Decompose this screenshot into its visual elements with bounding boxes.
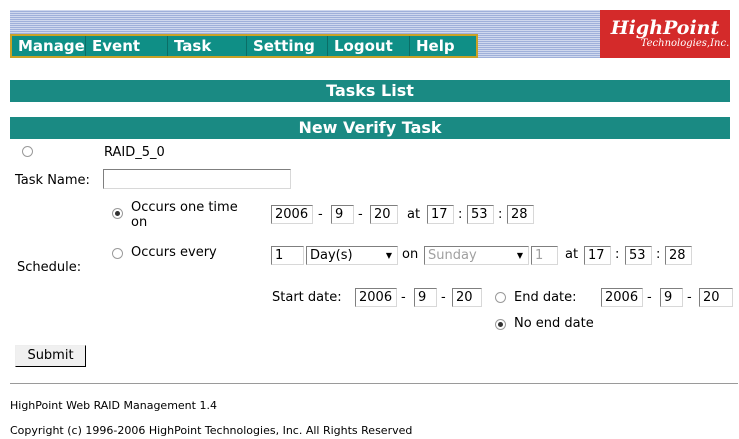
nav-logout[interactable]: Logout: [328, 36, 410, 56]
start-month-input[interactable]: 9: [414, 288, 437, 307]
colon-sep: :: [498, 207, 503, 222]
footer-copyright: Copyright (c) 1996-2006 HighPoint Techno…: [10, 424, 413, 437]
colon-sep: :: [656, 247, 661, 262]
weekday-index-input[interactable]: 1: [531, 246, 558, 265]
dash-sep: -: [441, 290, 446, 305]
end-date-radio[interactable]: [495, 292, 506, 303]
occurs-once-radio[interactable]: [112, 208, 123, 219]
dash-sep: -: [318, 207, 323, 222]
array-name: RAID_5_0: [104, 145, 165, 160]
occurs-every-label: Occurs every: [131, 245, 217, 260]
end-year-input[interactable]: 2006: [601, 288, 643, 307]
end-day-input[interactable]: 20: [699, 288, 733, 307]
occurs-once-label-1: Occurs one time: [131, 200, 238, 215]
colon-sep: :: [615, 247, 620, 262]
tasks-list-title: Tasks List: [10, 80, 730, 102]
once-hour-input[interactable]: 17: [427, 205, 454, 224]
at-label: at: [407, 207, 421, 222]
no-end-date-label: No end date: [514, 316, 594, 331]
start-year-input[interactable]: 2006: [355, 288, 397, 307]
every-hour-input[interactable]: 17: [584, 246, 611, 265]
on-label: on: [402, 247, 419, 262]
nav-event[interactable]: Event: [86, 36, 168, 56]
no-end-date-radio[interactable]: [495, 319, 506, 330]
occurs-every-radio[interactable]: [112, 248, 123, 259]
new-verify-task-title: New Verify Task: [10, 117, 730, 139]
once-day-input[interactable]: 20: [370, 205, 398, 224]
dash-sep: -: [358, 207, 363, 222]
every-unit-value: Day(s): [310, 248, 353, 263]
weekday-select[interactable]: Sunday ▼: [424, 246, 529, 265]
colon-sep: :: [458, 207, 463, 222]
once-minute-input[interactable]: 53: [467, 205, 494, 224]
chevron-down-icon: ▼: [516, 251, 524, 260]
highpoint-logo: HighPoint Technologies,Inc.: [600, 10, 730, 58]
once-year-input[interactable]: 2006: [271, 205, 313, 224]
header: Manage Event Task Setting Logout Help Hi…: [10, 10, 730, 58]
array-radio[interactable]: [22, 146, 33, 157]
nav-manage[interactable]: Manage: [12, 36, 86, 56]
nav-task[interactable]: Task: [168, 36, 247, 56]
nav-setting[interactable]: Setting: [247, 36, 328, 56]
start-date-label: Start date:: [272, 290, 342, 305]
chevron-down-icon: ▼: [385, 251, 393, 260]
start-day-input[interactable]: 20: [452, 288, 482, 307]
weekday-value: Sunday: [428, 248, 477, 263]
end-month-input[interactable]: 9: [660, 288, 683, 307]
dash-sep: -: [687, 290, 692, 305]
dash-sep: -: [647, 290, 652, 305]
task-name-input[interactable]: [103, 169, 291, 189]
every-minute-input[interactable]: 53: [625, 246, 652, 265]
nav-bar: Manage Event Task Setting Logout Help: [10, 34, 478, 58]
every-second-input[interactable]: 28: [665, 246, 692, 265]
schedule-label: Schedule:: [17, 260, 82, 275]
submit-button[interactable]: Submit: [15, 345, 86, 367]
once-month-input[interactable]: 9: [331, 205, 354, 224]
every-unit-select[interactable]: Day(s) ▼: [306, 246, 398, 265]
task-name-label: Task Name:: [15, 173, 90, 188]
occurs-once-label-2: on: [131, 215, 148, 230]
footer-version: HighPoint Web RAID Management 1.4: [10, 399, 217, 412]
end-date-label: End date:: [514, 290, 577, 305]
nav-help[interactable]: Help: [410, 36, 476, 56]
dash-sep: -: [401, 290, 406, 305]
every-count-input[interactable]: 1: [271, 246, 304, 265]
once-second-input[interactable]: 28: [507, 205, 534, 224]
divider: [10, 383, 738, 384]
at-label: at: [565, 247, 579, 262]
